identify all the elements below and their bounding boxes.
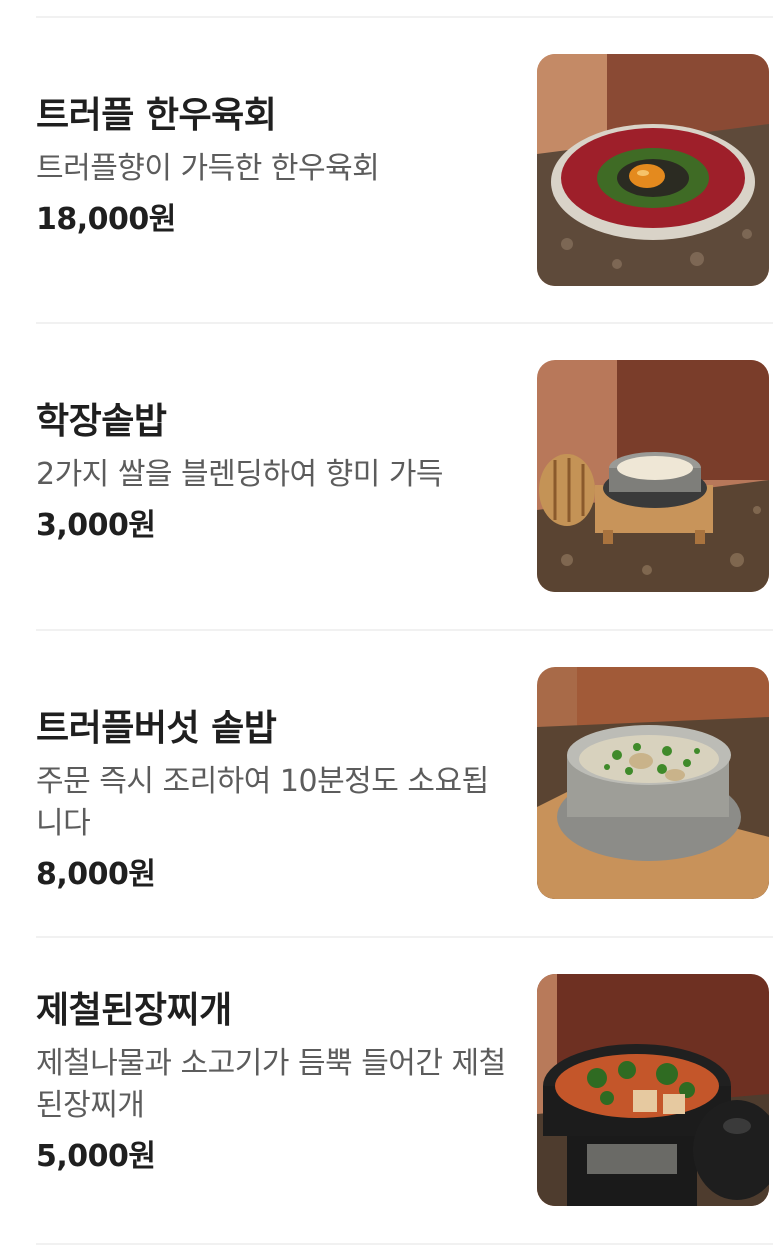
menu-item-description: 주문 즉시 조리하여 10분정도 소요됩니다 — [36, 764, 489, 841]
divider — [36, 1243, 773, 1245]
mushroom-pot-rice-photo[interactable] — [537, 667, 769, 899]
pot-rice-photo[interactable] — [537, 360, 769, 592]
menu-item-name: 트러플버섯 솥밥 — [36, 708, 277, 749]
menu-item-text: 트러플 한우육회 트러플향이 가득한 한우육회 18,000원 — [36, 94, 506, 240]
menu-item-name: 학장솥밥 — [36, 401, 167, 442]
menu-item-text: 학장솥밥 2가지 쌀을 블렌딩하여 향미 가득 3,000원 — [36, 400, 506, 546]
menu-item-name: 제철된장찌개 — [36, 990, 232, 1031]
menu-item-price: 8,000원 — [36, 857, 156, 892]
menu-item-price: 18,000원 — [36, 202, 176, 237]
beef-tartare-photo[interactable] — [537, 54, 769, 286]
menu-item-seasonal-soybean-stew[interactable]: 제철된장찌개 제철나물과 소고기가 듬뿍 들어간 제철된장찌개 5,000원 — [0, 938, 773, 1245]
menu-item-truffle-mushroom-pot-rice[interactable]: 트러플버섯 솥밥 주문 즉시 조리하여 10분정도 소요됩니다 8,000원 — [0, 631, 773, 938]
menu-item-description: 2가지 쌀을 블렌딩하여 향미 가득 — [36, 457, 444, 492]
menu-item-hakjang-pot-rice[interactable]: 학장솥밥 2가지 쌀을 블렌딩하여 향미 가득 3,000원 — [0, 324, 773, 631]
menu-item-price: 5,000원 — [36, 1139, 156, 1174]
menu-item-name: 트러플 한우육회 — [36, 95, 277, 136]
menu-item-text: 트러플버섯 솥밥 주문 즉시 조리하여 10분정도 소요됩니다 8,000원 — [36, 707, 506, 895]
menu-item-description: 제철나물과 소고기가 듬뿍 들어간 제철된장찌개 — [36, 1046, 506, 1123]
soybean-stew-photo[interactable] — [537, 974, 769, 1206]
menu-item-description: 트러플향이 가득한 한우육회 — [36, 151, 380, 186]
menu-item-price: 3,000원 — [36, 508, 156, 543]
menu-item-text: 제철된장찌개 제철나물과 소고기가 듬뿍 들어간 제철된장찌개 5,000원 — [36, 989, 506, 1177]
menu-item-truffle-beef-tartare[interactable]: 트러플 한우육회 트러플향이 가득한 한우육회 18,000원 — [0, 18, 773, 325]
